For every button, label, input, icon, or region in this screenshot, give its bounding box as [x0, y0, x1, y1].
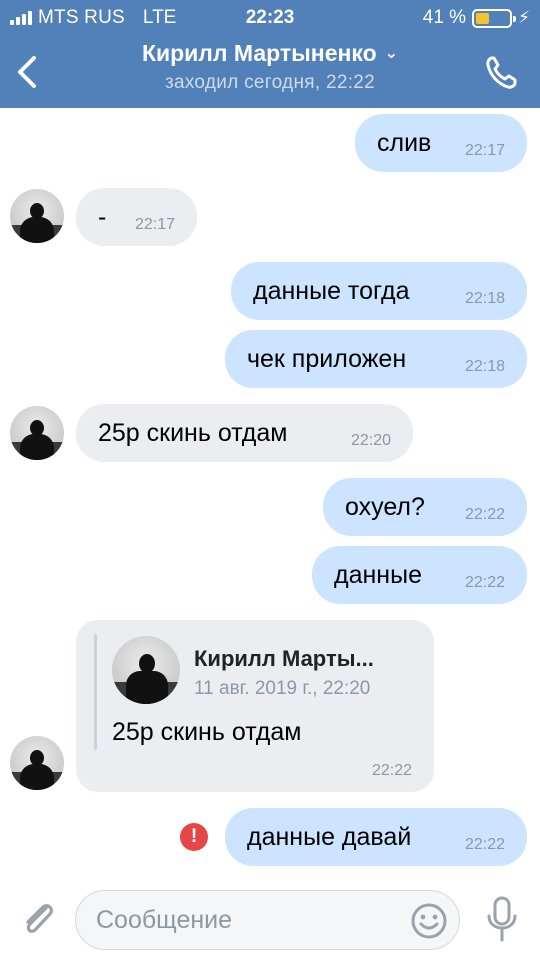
- message-text: слив: [377, 129, 432, 157]
- message-time: 22:18: [464, 290, 505, 307]
- forwarded-author[interactable]: Кирилл Марты...: [194, 646, 374, 672]
- avatar[interactable]: [10, 406, 64, 460]
- message-text: охуел?: [345, 493, 425, 521]
- emoji-icon[interactable]: [409, 901, 449, 941]
- message-outgoing[interactable]: данные тогда 22:18: [231, 262, 527, 320]
- battery-icon: [472, 8, 517, 28]
- avatar[interactable]: [10, 736, 64, 790]
- forwarded-avatar: [112, 636, 180, 704]
- avatar[interactable]: [10, 189, 64, 243]
- message-time: 22:22: [464, 506, 505, 523]
- input-placeholder: Сообщение: [96, 906, 233, 934]
- forwarded-date: 11 авг. 2019 г., 22:20: [194, 678, 371, 699]
- status-bar: MTS RUS LTE 22:23 41 % ⚡: [0, 0, 540, 36]
- chevron-down-icon: ⌄: [384, 45, 399, 62]
- message-text: данные тогда: [253, 277, 410, 305]
- message-outgoing[interactable]: данные 22:22: [312, 546, 527, 604]
- message-input[interactable]: Сообщение: [75, 890, 460, 950]
- forwarded-text: 25р скинь отдам: [112, 718, 302, 746]
- message-text: данные: [334, 561, 422, 589]
- contact-name: Кирилл Мартыненко: [141, 40, 377, 66]
- message-time: 22:17: [134, 216, 175, 233]
- message-time: 22:20: [350, 432, 391, 449]
- message-time: 22:22: [464, 574, 505, 591]
- back-arrow-icon[interactable]: [10, 50, 46, 94]
- message-time: 22:17: [464, 142, 505, 159]
- chat-title[interactable]: Кирилл Мартыненко ⌄: [110, 40, 430, 67]
- message-text: чек приложен: [247, 345, 407, 373]
- message-text: -: [98, 203, 107, 231]
- message-incoming[interactable]: 25р скинь отдам 22:20: [76, 404, 413, 462]
- charging-icon: ⚡: [518, 8, 530, 27]
- message-time: 22:22: [464, 836, 505, 853]
- quote-bar: [94, 634, 97, 750]
- paperclip-icon[interactable]: [18, 894, 58, 942]
- message-incoming[interactable]: - 22:17: [76, 188, 197, 246]
- message-outgoing[interactable]: слив 22:17: [355, 114, 527, 172]
- message-composer: Сообщение: [0, 880, 540, 960]
- battery-percent: 41 %: [422, 7, 467, 28]
- microphone-icon[interactable]: [484, 894, 520, 944]
- phone-icon[interactable]: [482, 50, 522, 94]
- chat-header: MTS RUS LTE 22:23 41 % ⚡ Кирилл Мартынен…: [0, 0, 540, 108]
- message-time: 22:18: [464, 358, 505, 375]
- message-outgoing[interactable]: охуел? 22:22: [323, 478, 527, 536]
- message-outgoing[interactable]: чек приложен 22:18: [225, 330, 527, 388]
- send-error-icon[interactable]: !: [180, 823, 208, 851]
- message-text: 25р скинь отдам: [98, 419, 288, 447]
- forwarded-message[interactable]: Кирилл Марты... 11 авг. 2019 г., 22:20 2…: [76, 620, 434, 792]
- message-text: данные давай: [247, 823, 412, 851]
- last-seen: заходил сегодня, 22:22: [164, 72, 376, 93]
- message-time: 22:22: [371, 762, 412, 779]
- message-outgoing[interactable]: данные давай 22:22: [225, 808, 527, 866]
